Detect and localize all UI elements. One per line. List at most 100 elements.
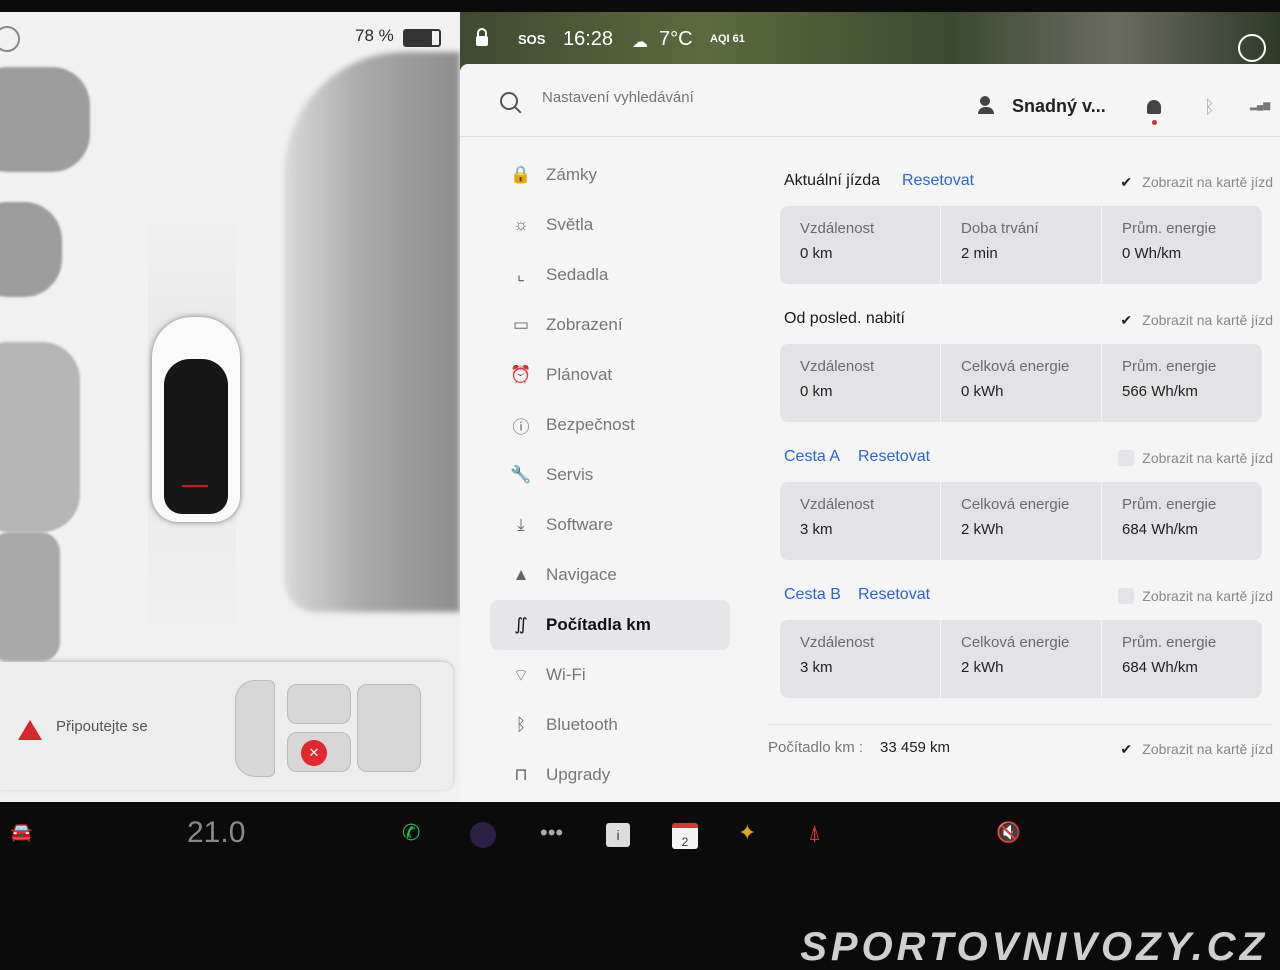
arcade-icon[interactable]: ✦ (738, 820, 756, 846)
section-title[interactable]: Cesta B (784, 586, 841, 604)
stat-value: 0 kWh (961, 383, 1004, 400)
cabin-temperature[interactable]: 21.0 (187, 816, 245, 850)
nav-item-label: Počítadla km (546, 615, 651, 634)
nav-item-label: Bezpečnost (546, 415, 635, 434)
stat-value: 3 km (800, 659, 833, 676)
notification-bell-icon[interactable] (1147, 100, 1161, 114)
nav-item-label: Plánovat (546, 365, 613, 384)
nav-item-bluetooth[interactable]: ᛒ Bluetooth (490, 700, 730, 750)
nav-item-label: Upgrady (546, 765, 611, 784)
checkbox-icon[interactable]: ✔ (1118, 588, 1135, 604)
search-input[interactable] (540, 88, 844, 107)
trip-content: Aktuální jízda Resetovat ✔ Zobrazit na ka… (768, 172, 1273, 781)
reset-current-button[interactable]: Resetovat (902, 172, 974, 190)
profile-icon[interactable] (978, 96, 994, 114)
alert-text: Připoutejte se (56, 718, 148, 735)
seat-shape (235, 680, 275, 777)
show-on-card-toggle[interactable]: ✔ Zobrazit na kartě jízd (1118, 312, 1273, 328)
nav-item-počítadla-km[interactable]: ∬ Počítadla km (490, 600, 730, 650)
stats-card: Vzdálenost 0 km Celková energie 0 kWh Prům. … (780, 344, 1262, 422)
toybox-icon[interactable]: ⍋ (808, 820, 821, 846)
seatbelt-icon: ✕ (301, 740, 327, 766)
stat-value: 0 km (800, 383, 833, 400)
nav-item-software[interactable]: ⤓ Software (490, 500, 730, 550)
profile-name[interactable]: Snadný v... (1012, 96, 1106, 117)
parked-car-shape (0, 342, 80, 532)
touchscreen: 78 % Připoutejte se ✕ SOS 16:28 ☁ 7°C AQ… (0, 12, 1280, 802)
manual-icon[interactable]: i (606, 823, 630, 847)
nav-item-bezpečnost[interactable]: ⓘ Bezpečnost (490, 400, 730, 450)
show-on-card-toggle[interactable]: ✔ Zobrazit na kartě jízd (1118, 174, 1273, 190)
stat-label: Celková energie (961, 496, 1070, 513)
stat-label: Prům. energie (1122, 358, 1217, 375)
display-icon: ▭ (512, 315, 530, 334)
nav-item-label: Zámky (546, 165, 597, 184)
lock-icon: 🔒 (510, 165, 532, 184)
navigation-arrow-icon: ▲ (512, 565, 530, 584)
structure-shape (285, 52, 460, 612)
nav-item-label: Wi-Fi (546, 665, 586, 684)
toggle-label: Zobrazit na kartě jízd (1142, 450, 1273, 466)
stat-label: Vzdálenost (800, 634, 875, 651)
camera-icon[interactable] (0, 26, 20, 52)
stat-label: Prům. energie (1122, 220, 1217, 237)
nav-item-label: Software (546, 515, 614, 534)
outside-temperature: 7°C (659, 28, 693, 50)
checkbox-icon[interactable]: ✔ (1118, 741, 1134, 757)
bluetooth-icon[interactable]: ᛒ (1204, 97, 1215, 118)
stat-label: Celková energie (961, 358, 1070, 375)
nav-item-label: Servis (546, 465, 594, 484)
nav-item-světla[interactable]: ☼ Světla (490, 200, 730, 250)
settings-topbar: Snadný v... ᛒ ▂▄▆ (460, 64, 1280, 137)
vehicle-visualization: 78 % Připoutejte se ✕ (0, 12, 460, 802)
nav-item-zámky[interactable]: 🔒 Zámky (490, 150, 730, 200)
shopping-bag-icon: ⊓ (514, 765, 528, 784)
battery-icon (403, 29, 441, 47)
stat-cell: Celková energie 2 kWh (941, 620, 1102, 698)
odometer-label: Počítadlo km : (768, 739, 864, 756)
nav-item-plánovat[interactable]: ⏰ Plánovat (490, 350, 730, 400)
stat-value: 684 Wh/km (1122, 521, 1198, 538)
section-title[interactable]: Cesta A (784, 448, 840, 466)
nav-item-servis[interactable]: 🔧 Servis (490, 450, 730, 500)
more-apps-icon[interactable]: ••• (540, 820, 563, 846)
map-mode-icon[interactable] (1238, 34, 1266, 62)
tail-light (182, 485, 208, 487)
checkbox-icon[interactable]: ✔ (1118, 450, 1135, 466)
reset-trip-b-button[interactable]: Resetovat (858, 586, 930, 604)
nav-item-navigace[interactable]: ▲ Navigace (490, 550, 730, 600)
stat-value: 0 Wh/km (1122, 245, 1182, 262)
checkbox-icon[interactable]: ✔ (1118, 174, 1134, 190)
stat-cell: Prům. energie 684 Wh/km (1102, 620, 1262, 698)
vehicle-roof (164, 359, 228, 514)
reset-trip-a-button[interactable]: Resetovat (858, 448, 930, 466)
toggle-label: Zobrazit na kartě jízd (1142, 741, 1273, 757)
nav-item-sedadla[interactable]: ⌞ Sedadla (490, 250, 730, 300)
since-charge-section: Od posled. nabití ✔ Zobrazit na kartě jíz… (768, 310, 1273, 422)
stat-cell: Prům. energie 0 Wh/km (1102, 206, 1262, 284)
trip-icon: ∬ (514, 615, 528, 634)
show-on-card-toggle[interactable]: ✔ Zobrazit na kartě jízd (1118, 588, 1273, 604)
calendar-icon[interactable]: 2 (672, 823, 698, 849)
settings-panel: Snadný v... ᛒ ▂▄▆ 🔒 Zámky ☼ Světla ⌞ Sedadla ▭… (460, 64, 1280, 802)
odometer-value: 33 459 km (880, 739, 951, 756)
volume-mute-icon[interactable]: 🔇 (996, 820, 1021, 845)
stat-label: Prům. energie (1122, 634, 1217, 651)
car-icon[interactable]: 🚘 (10, 822, 32, 843)
nav-item-zobrazení[interactable]: ▭ Zobrazení (490, 300, 730, 350)
stat-value: 2 kWh (961, 659, 1004, 676)
lock-icon[interactable] (474, 28, 490, 46)
phone-icon[interactable]: ✆ (402, 820, 420, 846)
show-on-card-toggle[interactable]: ✔ Zobrazit na kartě jízd (1118, 741, 1273, 757)
nav-item-wi-fi[interactable]: ⌔ Wi-Fi (490, 650, 730, 700)
nav-item-upgrady[interactable]: ⊓ Upgrady (490, 750, 730, 800)
stats-card: Vzdálenost 0 km Doba trvání 2 min Prům. ener… (780, 206, 1262, 284)
checkbox-icon[interactable]: ✔ (1118, 312, 1134, 328)
toggle-label: Zobrazit na kartě jízd (1142, 174, 1273, 190)
show-on-card-toggle[interactable]: ✔ Zobrazit na kartě jízd (1118, 450, 1273, 466)
status-bar: SOS 16:28 ☁ 7°C AQI 61 (460, 28, 1280, 52)
map-strip[interactable]: SOS 16:28 ☁ 7°C AQI 61 (460, 12, 1280, 70)
trip-b-section: Cesta B Resetovat ✔ Zobrazit na kartě jíz… (768, 586, 1273, 698)
sos-label[interactable]: SOS (518, 32, 545, 47)
camera-app-icon[interactable] (470, 822, 496, 848)
